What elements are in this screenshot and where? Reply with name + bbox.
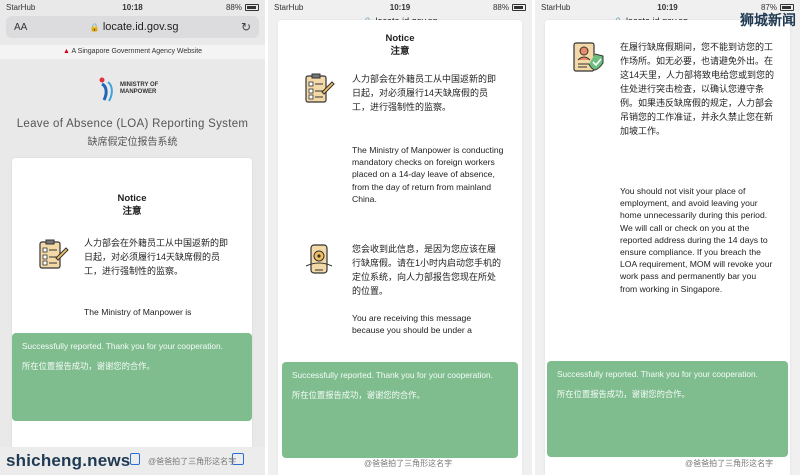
screenshot-collage: StarHub 10:18 88% AA 🔒 locate.id.gov.sg ↻… [0, 0, 800, 475]
address-bar[interactable]: AA 🔒 locate.id.gov.sg ↻ [6, 16, 259, 38]
toast-zh: 所在位置报告成功，谢谢您的合作。 [557, 389, 690, 399]
mom-logo: MINISTRY OF MANPOWER [96, 74, 176, 104]
toast-zh: 所在位置报告成功，谢谢您的合作。 [292, 390, 425, 400]
para1-zh: 人力部会在外籍员工从中国返新的即日起，对必须履行14天缺席假的员工，进行强制性的… [352, 74, 497, 112]
brand-bottom: shicheng.news [6, 451, 131, 470]
toast-zh: 所在位置报告成功，谢谢您的合作。 [22, 361, 155, 371]
clipboard-checklist-icon [36, 238, 70, 272]
phone-location-icon [302, 242, 336, 276]
notice-heading: Notice 注意 [278, 20, 522, 58]
notice-title-zh: 注意 [122, 206, 142, 217]
lock-icon: 🔒 [89, 23, 100, 32]
gov-banner: ▲ A Singapore Government Agency Website [0, 45, 265, 59]
gov-banner-text: A Singapore Government Agency Website [71, 48, 203, 55]
logo-line-1: MINISTRY OF [120, 82, 159, 88]
status-bar: StarHub 10:18 88% [0, 0, 265, 15]
reload-icon[interactable]: ↻ [241, 20, 251, 34]
time-label: 10:18 [122, 3, 143, 12]
success-toast: Successfully reported. Thank you for you… [282, 362, 518, 458]
notice-title-zh: 注意 [390, 46, 410, 57]
system-title: Leave of Absence (LOA) Reporting System [16, 118, 249, 130]
para2-en: You are receiving this message because y… [352, 313, 472, 336]
clipboard-checklist-icon [302, 72, 336, 106]
notice-title: Notice [117, 193, 147, 204]
success-toast: Successfully reported. Thank you for you… [547, 361, 788, 457]
phone-screen-2: StarHub 10:19 88% 🔒 locate.id.gov.sg Not… [268, 0, 532, 475]
para-en: The Ministry of Manpower is [84, 307, 192, 317]
watermark: @爸爸拍了三角形这名字 [364, 459, 453, 468]
phone-screen-3: StarHub 10:19 87% 🔒 locate.id.gov.sg [535, 0, 800, 475]
notice-heading: Notice 注意 [12, 158, 252, 218]
para-zh: 人力部会在外籍员工从中国返新的即日起，对必须履行14天缺席假的员工，进行强制性的… [84, 238, 229, 276]
brand-top: 狮城新闻 [740, 12, 796, 28]
phone-screen-1: StarHub 10:18 88% AA 🔒 locate.id.gov.sg ↻… [0, 0, 265, 475]
notice-title: Notice [385, 33, 415, 44]
url-value: locate.id.gov.sg [102, 21, 179, 33]
toast-en: Successfully reported. Thank you for you… [22, 341, 223, 351]
para3-en: You should not visit your place of emplo… [620, 186, 773, 294]
battery-icon [512, 4, 526, 11]
id-card-shield-icon [571, 40, 605, 74]
toast-en: Successfully reported. Thank you for you… [292, 370, 493, 380]
battery-icon [245, 4, 259, 11]
watermark: @爸爸拍了三角形这名字 [148, 457, 237, 466]
para2-zh: 您会收到此信息，是因为您应该在履行缺席假。请在1小时内启动您手机的定位系统，向人… [352, 244, 502, 296]
para1-en: The Ministry of Manpower is conducting m… [352, 145, 504, 204]
lion-icon: ▲ [62, 48, 70, 55]
para3-zh: 在履行缺席假期间，您不能到访您的工作场所。如无必要，也请避免外出。在这14天里，… [620, 42, 775, 136]
watermark: @爸爸拍了三角形这名字 [685, 459, 774, 468]
system-title-zh: 缺席假定位报告系统 [87, 137, 178, 148]
notice-card: Notice 注意 人力部会在外籍员工从中国返新的即日起，对必须履行14天缺席假… [12, 158, 252, 475]
success-toast: Successfully reported. Thank you for you… [12, 333, 252, 421]
time-label: 10:19 [389, 3, 411, 12]
logo-line-2: MANPOWER [120, 89, 157, 95]
tabs-icon[interactable] [130, 453, 140, 465]
reader-aa-button[interactable]: AA [14, 22, 27, 33]
url-text: 🔒 locate.id.gov.sg [27, 21, 241, 33]
toast-en: Successfully reported. Thank you for you… [557, 369, 758, 379]
